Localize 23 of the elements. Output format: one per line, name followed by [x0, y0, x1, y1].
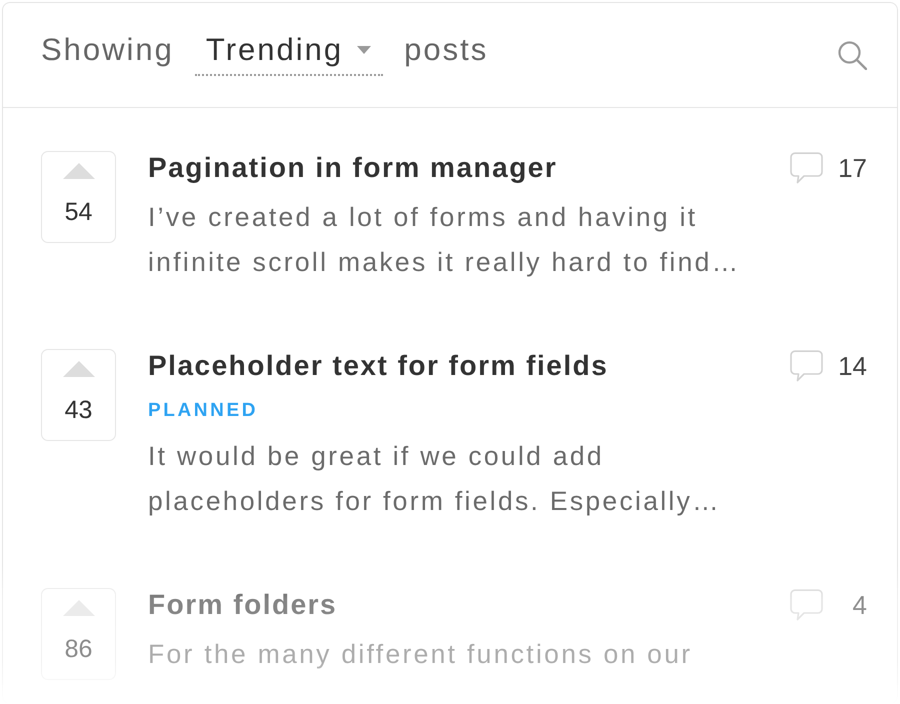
- header-label: posts: [404, 32, 488, 68]
- comment-count: 4: [852, 589, 867, 621]
- comment-bubble-icon: [790, 589, 823, 621]
- search-button[interactable]: [837, 40, 867, 70]
- post-title[interactable]: Pagination in form manager: [148, 151, 558, 185]
- upvote-triangle-icon: [62, 163, 94, 179]
- post-excerpt: For the many different functions on our: [148, 638, 694, 671]
- caret-icon: [357, 46, 372, 54]
- comment-bubble-icon: [790, 152, 823, 184]
- post-title[interactable]: Placeholder text for form fields: [148, 349, 608, 383]
- upvote-triangle-icon: [62, 361, 94, 377]
- upvote-button[interactable]: 43: [41, 349, 116, 441]
- header-label: Showing: [41, 32, 174, 68]
- comment-count: 17: [837, 152, 867, 184]
- post-excerpt: It would be great if we could add placeholders for form fields. Especially…: [148, 440, 722, 518]
- post-excerpt: I’ve created a lot of forms and having it infinite scroll makes it really hard to find…: [148, 201, 742, 279]
- comment-bubble-icon: [790, 350, 823, 382]
- comment-count: 14: [837, 350, 867, 382]
- status-label: PLANNED: [148, 399, 258, 423]
- search-icon: [838, 40, 866, 70]
- sort-dropdown[interactable]: Trending: [194, 24, 384, 76]
- upvote-button[interactable]: 54: [41, 151, 116, 243]
- post-title[interactable]: Form folders: [148, 588, 338, 622]
